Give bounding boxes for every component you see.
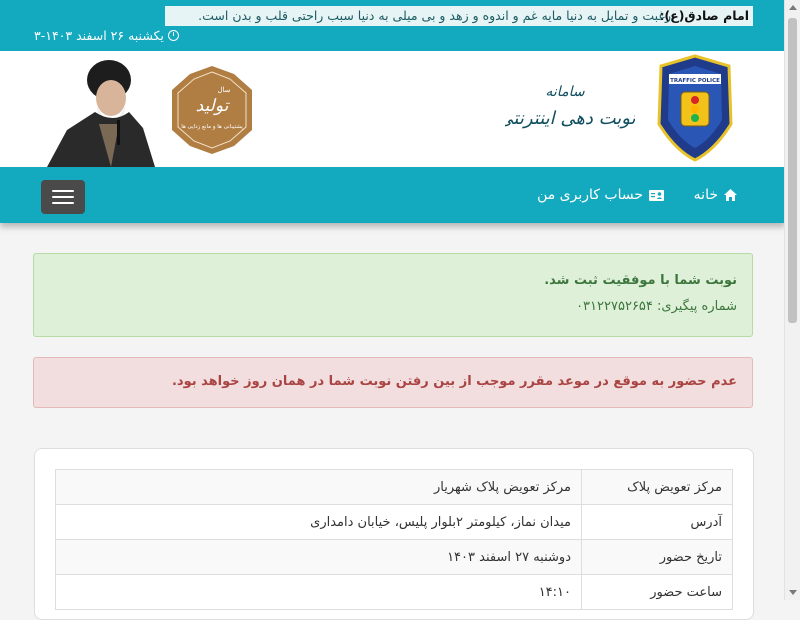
system-title-logo: سامانه نوبت دهی اینترنتی [505,84,635,129]
row-value: دوشنبه ۲۷ اسفند ۱۴۰۳ [55,539,582,575]
table-row: ساعت حضور ۱۴:۱۰ [55,574,733,610]
clock-icon [167,30,179,41]
nav-home-link[interactable]: خانه [694,187,737,203]
top-bar: امام صادق(ع): رغبت و تمایل به دنیا مایه … [0,0,785,51]
table-row: مرکز تعویض پلاک مرکز تعویض پلاک شهریار [55,469,733,505]
traffic-police-label: TRAFFIC POLICE [670,78,720,84]
nav-home-label: خانه [693,187,718,203]
row-label: آدرس [581,504,733,540]
menu-toggle-button[interactable] [41,180,85,214]
row-value: میدان نماز، کیلومتر ۲بلوار پلیس، خیابان … [55,504,582,540]
table-row: آدرس میدان نماز، کیلومتر ۲بلوار پلیس، خی… [55,504,733,540]
site-header: سال تولید پشتیبانی ها و مانع زدایی ها سا… [0,51,785,167]
scrollbar-thumb[interactable] [788,18,797,323]
vertical-scrollbar[interactable] [784,0,800,600]
row-label: مرکز تعویض پلاک [581,469,733,505]
tolid-logo-subtitle: پشتیبانی ها و مانع زدایی ها [181,124,243,130]
table-row: تاریخ حضور دوشنبه ۲۷ اسفند ۱۴۰۳ [55,539,733,575]
row-value: مرکز تعویض پلاک شهریار [55,469,582,505]
nav-account-label: حساب کاربری من [537,187,643,203]
tolid-logo: سال تولید پشتیبانی ها و مانع زدایی ها [172,66,252,154]
appointment-table: مرکز تعویض پلاک مرکز تعویض پلاک شهریار آ… [55,469,733,610]
success-alert: نوبت شما با موفقیت ثبت شد. شماره پیگیری:… [33,253,753,337]
id-card-icon [649,190,664,201]
tolid-logo-title: تولید [196,96,231,116]
scroll-up-icon[interactable] [789,5,797,10]
tracking-number: ۰۳۱۲۲۷۵۲۶۵۴ [576,299,653,314]
traffic-police-logo: TRAFFIC POLICE [657,54,733,162]
appointment-panel: مرکز تعویض پلاک مرکز تعویض پلاک شهریار آ… [34,448,754,620]
row-label: تاریخ حضور [581,539,733,575]
hamburger-icon-line [52,202,74,204]
row-label: ساعت حضور [581,574,733,610]
date-display: یکشنبه ۲۶ اسفند ۱۴۰۳-۳ [34,28,179,43]
quote-box: امام صادق(ع): رغبت و تمایل به دنیا مایه … [165,6,753,26]
scroll-down-icon[interactable] [789,590,797,595]
tolid-logo-year: سال [217,86,230,94]
hamburger-icon-line [52,196,74,198]
tracking-info: شماره پیگیری: ۰۳۱۲۲۷۵۲۶۵۴ [576,299,737,314]
date-text: یکشنبه ۲۶ اسفند ۱۴۰۳-۳ [34,28,164,43]
quote-text: رغبت و تمایل به دنیا مایه غم و اندوه و ز… [198,8,671,23]
row-value: ۱۴:۱۰ [55,574,582,610]
system-title-line1: سامانه [545,84,584,100]
warning-message: عدم حضور به موقع در موعد مقرر موجب از بی… [171,374,737,389]
hamburger-icon-line [52,190,74,192]
home-icon [724,189,737,201]
main-navbar: خانه حساب کاربری من [0,167,785,223]
leader-portrait [47,60,155,167]
system-title-line2: نوبت دهی اینترنتی [505,108,635,129]
warning-alert: عدم حضور به موقع در موعد مقرر موجب از بی… [33,357,753,408]
tracking-label: شماره پیگیری: [657,299,737,314]
success-message: نوبت شما با موفقیت ثبت شد. [544,273,737,288]
quote-label: امام صادق(ع): [659,8,749,23]
nav-account-link[interactable]: حساب کاربری من [537,187,664,203]
